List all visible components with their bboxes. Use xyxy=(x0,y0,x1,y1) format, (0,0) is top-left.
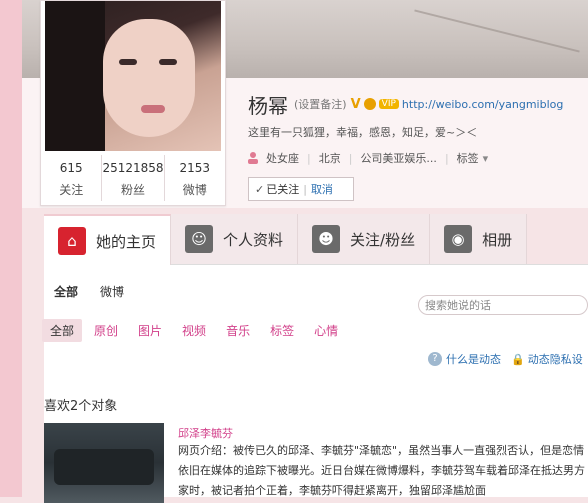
tab-label: 个人资料 xyxy=(223,230,284,249)
verified-badge-icon: V xyxy=(350,96,361,112)
meta-company[interactable]: 公司美亚娱乐... xyxy=(360,150,437,166)
meta-location: 北京 xyxy=(318,152,341,165)
meta-separator: | xyxy=(348,151,353,165)
filter-music[interactable]: 音乐 xyxy=(226,322,250,339)
person-icon xyxy=(248,152,258,164)
avatar-eye-left xyxy=(119,59,137,65)
profile-tabs: ⌂ 她的主页 ☺ 个人资料 ☻ 关注/粉丝 ◉ 相册 xyxy=(44,214,588,266)
crown-icon xyxy=(363,98,376,110)
stat-following[interactable]: 615 关注 xyxy=(41,155,103,201)
camera-icon: ◉ xyxy=(444,225,473,253)
check-icon: ✓ xyxy=(255,182,265,196)
feed-help: ? 什么是动态 🔒 动态隐私设 xyxy=(428,351,583,367)
set-remark-link[interactable]: (设置备注) xyxy=(294,96,347,112)
profile-meta: 处女座 | 北京 | 公司美亚娱乐... | 标签 ▾ xyxy=(248,150,488,166)
divider: | xyxy=(303,182,307,196)
avatar-eye-right xyxy=(159,59,177,65)
feed-privacy-link[interactable]: 动态隐私设 xyxy=(528,351,583,367)
meta-separator: | xyxy=(444,151,449,165)
meta-separator: | xyxy=(307,151,311,165)
stat-value: 2153 xyxy=(179,161,211,175)
unfollow-button[interactable]: 取消 xyxy=(311,181,333,197)
stat-value: 615 xyxy=(59,161,83,175)
profile-name: 杨幂 xyxy=(248,93,288,118)
filter-all[interactable]: 全部 xyxy=(42,319,83,342)
meta-zodiac: 处女座 xyxy=(266,152,299,165)
stat-label: 微博 xyxy=(182,183,207,197)
profile-url-link[interactable]: http://weibo.com/yangmiblog xyxy=(402,98,563,111)
liked-item-title[interactable]: 邱泽李毓芬 xyxy=(178,425,233,441)
left-pink-rail xyxy=(0,0,22,497)
tab-label: 相册 xyxy=(482,230,513,249)
stats-row: 615 关注 25121858 粉丝 2153 微博 xyxy=(41,155,225,201)
car-shape xyxy=(54,449,154,485)
filter-original[interactable]: 原创 xyxy=(94,322,118,339)
profile-intro: 这里有一只狐狸，幸福，感恩，知足，爱~＞＜ xyxy=(248,126,478,139)
sub-tab-weibo[interactable]: 微博 xyxy=(100,283,124,300)
stat-fans[interactable]: 25121858 粉丝 xyxy=(102,155,165,201)
tab-label: 关注/粉丝 xyxy=(350,230,416,249)
lock-icon: 🔒 xyxy=(511,352,525,366)
liked-item-text: 网页介绍：被传已久的邱泽、李毓芬"泽毓恋"，虽然当事人一直强烈否认，但是恋情依旧… xyxy=(178,444,585,497)
help-icon: ? xyxy=(428,352,442,366)
cover-decoration xyxy=(414,9,580,53)
feed-sub-tabs: 全部 微博 xyxy=(54,283,146,300)
what-is-feed-link[interactable]: 什么是动态 xyxy=(446,351,501,367)
name-row: 杨幂 (设置备注) V VIP http://weibo.com/yangmib… xyxy=(248,92,563,118)
stat-label: 粉丝 xyxy=(121,183,146,197)
liked-item-thumbnail[interactable] xyxy=(44,423,164,503)
follow-control: ✓ 已关注 | 取消 xyxy=(248,177,354,201)
search-input[interactable]: 搜索她说的话 xyxy=(418,295,588,315)
vip-badge-icon: VIP xyxy=(378,99,399,109)
follow-icon: ☻ xyxy=(312,225,341,253)
home-icon: ⌂ xyxy=(58,227,86,255)
filter-tags[interactable]: 标签 xyxy=(270,322,294,339)
avatar-lips xyxy=(141,105,165,113)
filter-mood[interactable]: 心情 xyxy=(314,322,338,339)
tab-home[interactable]: ⌂ 她的主页 xyxy=(44,214,172,266)
main-content: 全部 微博 搜索她说的话 全部 原创 图片 视频 音乐 标签 心情 ? 什么是动… xyxy=(42,265,588,503)
avatar-card: 615 关注 25121858 粉丝 2153 微博 xyxy=(40,0,226,206)
chevron-down-icon[interactable]: ▾ xyxy=(483,152,489,165)
tab-profile[interactable]: ☺ 个人资料 xyxy=(171,214,299,264)
sub-tab-all[interactable]: 全部 xyxy=(54,283,78,300)
profile-icon: ☺ xyxy=(185,225,214,253)
tab-album[interactable]: ◉ 相册 xyxy=(430,214,528,264)
filter-video[interactable]: 视频 xyxy=(182,322,206,339)
search-placeholder: 搜索她说的话 xyxy=(425,299,491,312)
avatar-face xyxy=(103,19,195,137)
followed-label: 已关注 xyxy=(266,183,300,196)
filter-image[interactable]: 图片 xyxy=(138,322,162,339)
stat-posts[interactable]: 2153 微博 xyxy=(165,155,225,201)
avatar[interactable] xyxy=(45,1,221,151)
stat-label: 关注 xyxy=(59,183,84,197)
tab-label: 她的主页 xyxy=(96,232,157,251)
feed-filter: 全部 原创 图片 视频 音乐 标签 心情 xyxy=(42,319,358,342)
avatar-hair xyxy=(45,1,105,151)
tab-follow[interactable]: ☻ 关注/粉丝 xyxy=(298,214,431,264)
tags-link[interactable]: 标签 xyxy=(457,150,479,166)
stat-value: 25121858 xyxy=(102,161,164,175)
likes-title: 喜欢2个对象 xyxy=(44,399,118,414)
